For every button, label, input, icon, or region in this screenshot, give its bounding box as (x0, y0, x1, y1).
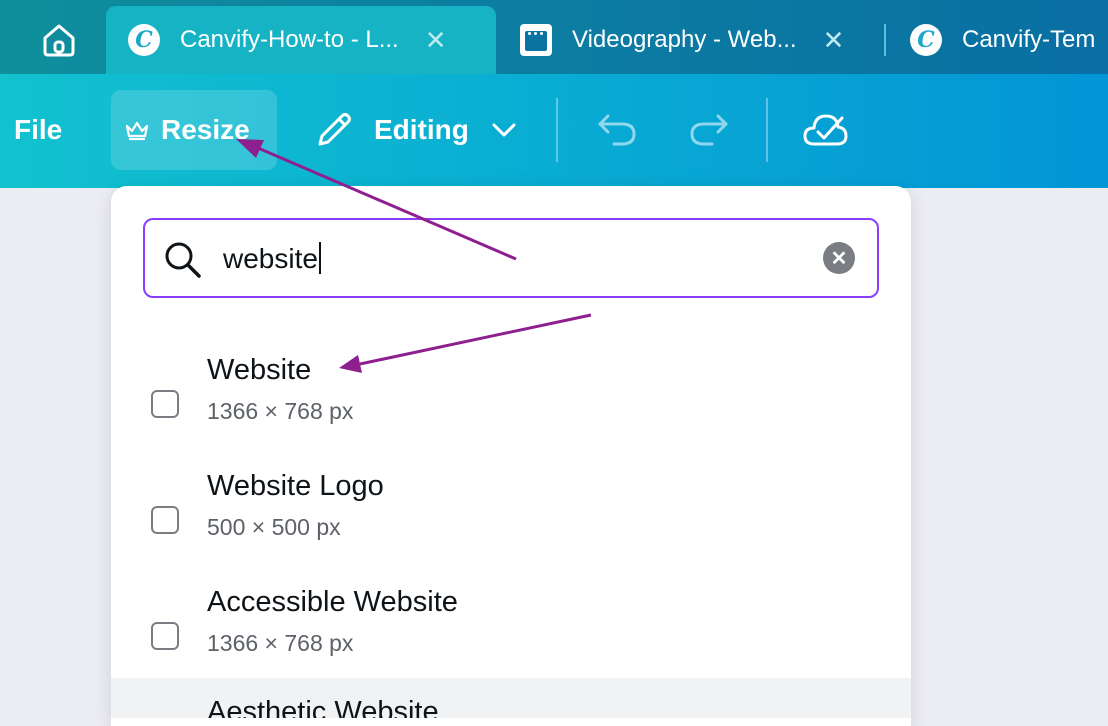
pencil-icon (318, 113, 351, 146)
undo-button[interactable] (596, 112, 638, 148)
editor-toolbar: File Resize Editing (0, 74, 1108, 188)
undo-icon (598, 114, 636, 146)
editing-mode-button[interactable]: Editing (314, 110, 517, 150)
result-name: Aesthetic Website (207, 696, 439, 718)
resize-search-field[interactable]: website ✕ (143, 218, 879, 298)
list-item[interactable]: Website 1366 × 768 px (111, 350, 911, 460)
resize-button[interactable]: Resize (111, 90, 277, 170)
home-icon (43, 24, 74, 57)
result-name: Accessible Website (207, 586, 458, 618)
editing-label: Editing (374, 114, 469, 145)
tab-title: Canvify-Tem (962, 26, 1096, 53)
tab-divider (884, 24, 886, 56)
close-tab-icon[interactable]: ✕ (425, 25, 447, 56)
list-item[interactable]: Accessible Website 1366 × 768 px (111, 582, 911, 692)
checkbox[interactable] (151, 506, 179, 534)
result-size: 500 × 500 px (207, 514, 341, 540)
redo-button[interactable] (688, 112, 730, 148)
list-item[interactable]: Website Logo 500 × 500 px (111, 466, 911, 576)
cloud-check-icon (803, 114, 848, 146)
tab-title: Videography - Web... (572, 26, 797, 53)
file-menu-button[interactable]: File (14, 114, 62, 146)
close-tab-icon[interactable]: ✕ (823, 25, 845, 56)
canvify-logo-icon: C (910, 24, 942, 56)
result-size: 1366 × 768 px (207, 398, 354, 424)
resize-label: Resize (161, 114, 250, 145)
result-name: Website (207, 354, 312, 386)
tab-videography[interactable]: Videography - Web... ✕ (498, 6, 882, 74)
result-name: Website Logo (207, 470, 384, 502)
home-tab[interactable] (12, 6, 105, 74)
checkbox[interactable] (151, 390, 179, 418)
search-icon (165, 242, 201, 278)
checkbox[interactable] (151, 622, 179, 650)
search-input[interactable]: website (223, 242, 321, 275)
resize-dropdown-panel: website ✕ Website 1366 × 768 px Website … (111, 186, 911, 726)
browser-tab-bar: C Canvify-How-to - L... ✕ Videography - … (0, 0, 1108, 74)
tab-canvify-how-to[interactable]: C Canvify-How-to - L... ✕ (106, 6, 496, 74)
result-size: 1366 × 768 px (207, 630, 354, 656)
toolbar-divider (556, 98, 558, 162)
list-item[interactable]: Aesthetic Website (111, 678, 911, 718)
browser-window-icon (520, 24, 552, 56)
redo-icon (690, 114, 728, 146)
canvify-logo-icon: C (128, 24, 160, 56)
chevron-down-icon (492, 123, 516, 137)
crown-icon (125, 121, 149, 141)
tab-canvify-templates[interactable]: C Canvify-Tem (888, 6, 1108, 74)
toolbar-divider (766, 98, 768, 162)
search-value: website (223, 243, 318, 274)
save-status-button[interactable] (802, 110, 848, 150)
text-cursor (318, 242, 321, 274)
clear-search-icon[interactable]: ✕ (823, 242, 855, 274)
tab-title: Canvify-How-to - L... (180, 26, 399, 53)
